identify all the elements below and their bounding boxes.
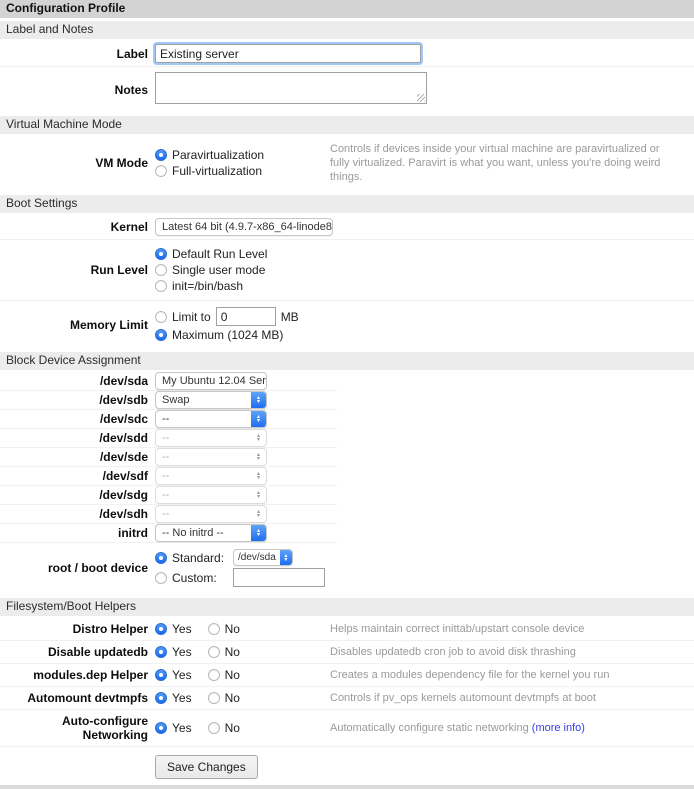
sdh-select[interactable]: -- ▴▾ [155,505,267,523]
vm-mode-option-paravirtualization[interactable]: Paravirtualization [155,148,323,162]
select-arrows-icon: ▴▾ [251,392,266,408]
device-row-sdf: /dev/sdf -- ▴▾ [0,467,337,486]
select-arrows-icon: ▴▾ [251,430,266,446]
helper-row-updatedb: Disable updatedb Yes No Disables updated… [0,641,694,664]
label-row: Label [0,41,694,67]
vm-mode-label: VM Mode [0,156,148,170]
notes-row: Notes [0,67,694,113]
radio-modules-dep-no[interactable] [208,669,220,681]
radio-networking-no[interactable] [208,722,220,734]
memory-unit-label: MB [281,310,299,324]
sdb-select[interactable]: Swap ▴▾ [155,391,267,409]
section-header-label-notes: Label and Notes [0,21,694,39]
radio-single-user-mode[interactable] [155,264,167,276]
configuration-profile-page: Configuration Profile Label and Notes La… [0,0,694,789]
radio-devtmpfs-yes[interactable] [155,692,167,704]
sda-select[interactable]: My Ubuntu 12.04 Server ▴▾ [155,372,267,390]
vm-mode-help: Controls if devices inside your virtual … [330,142,690,184]
device-row-sdg: /dev/sdg -- ▴▾ [0,486,337,505]
bottom-divider [0,785,694,789]
run-level-label: Run Level [0,263,148,277]
run-level-option-single-user[interactable]: Single user mode [155,263,694,277]
initrd-select[interactable]: -- No initrd -- ▴▾ [155,524,267,542]
select-arrows-icon: ▴▾ [251,506,266,522]
radio-standard[interactable] [155,552,167,564]
networking-help: Automatically configure static networkin… [330,721,690,735]
modules-dep-help: Creates a modules dependency file for th… [330,668,690,682]
sdd-select[interactable]: -- ▴▾ [155,429,267,447]
notes-field-label: Notes [0,83,148,97]
vm-mode-row: VM Mode Paravirtualization Full-virtuali… [0,136,694,192]
device-row-sda: /dev/sda My Ubuntu 12.04 Server ▴▾ [0,372,337,391]
device-row-sdb: /dev/sdb Swap ▴▾ [0,391,337,410]
maximum-label[interactable]: Maximum (1024 MB) [172,328,283,342]
save-changes-button[interactable]: Save Changes [155,755,258,779]
standard-label[interactable]: Standard: [172,551,228,565]
sdf-select[interactable]: -- ▴▾ [155,467,267,485]
radio-distro-yes[interactable] [155,623,167,635]
radio-limit-to[interactable] [155,311,167,323]
radio-maximum[interactable] [155,329,167,341]
radio-full-virtualization[interactable] [155,165,167,177]
run-level-option-init-bash[interactable]: init=/bin/bash [155,279,694,293]
root-boot-device-label: root / boot device [0,561,148,575]
device-row-initrd: initrd -- No initrd -- ▴▾ [0,524,337,543]
label-field-label: Label [0,47,148,61]
select-arrows-icon: ▴▾ [251,411,266,427]
radio-distro-no[interactable] [208,623,220,635]
custom-root-input[interactable] [233,568,325,587]
sdg-select[interactable]: -- ▴▾ [155,486,267,504]
memory-limit-row: Memory Limit Limit to MB Maximum (1024 M… [0,301,694,349]
radio-custom[interactable] [155,572,167,584]
radio-networking-yes[interactable] [155,722,167,734]
radio-default-run-level[interactable] [155,248,167,260]
updatedb-help: Disables updatedb cron job to avoid disk… [330,645,690,659]
device-row-sdh: /dev/sdh -- ▴▾ [0,505,337,524]
devtmpfs-help: Controls if pv_ops kernels automount dev… [330,691,690,705]
run-level-option-default[interactable]: Default Run Level [155,247,694,261]
kernel-select[interactable]: Latest 64 bit (4.9.7-x86_64-linode80) ▴▾ [155,218,333,236]
kernel-row: Kernel Latest 64 bit (4.9.7-x86_64-linod… [0,215,694,240]
more-info-link[interactable]: (more info) [532,722,585,734]
block-device-list: /dev/sda My Ubuntu 12.04 Server ▴▾ /dev/… [0,372,337,543]
vm-mode-option-full-virtualization[interactable]: Full-virtualization [155,164,323,178]
section-header-vm-mode: Virtual Machine Mode [0,116,694,134]
page-title: Configuration Profile [0,0,694,18]
radio-devtmpfs-no[interactable] [208,692,220,704]
radio-updatedb-no[interactable] [208,646,220,658]
radio-updatedb-yes[interactable] [155,646,167,658]
radio-init-bash[interactable] [155,280,167,292]
custom-label[interactable]: Custom: [172,571,228,585]
section-header-block-device: Block Device Assignment [0,352,694,370]
distro-helper-help: Helps maintain correct inittab/upstart c… [330,622,690,636]
radio-paravirtualization[interactable] [155,149,167,161]
helper-row-distro: Distro Helper Yes No Helps maintain corr… [0,618,694,641]
select-arrows-icon: ▴▾ [251,525,266,541]
limit-to-label[interactable]: Limit to [172,310,211,324]
run-level-row: Run Level Default Run Level Single user … [0,240,694,301]
select-arrows-icon: ▴▾ [280,550,292,565]
device-row-sdc: /dev/sdc -- ▴▾ [0,410,337,429]
memory-limit-label: Memory Limit [0,318,148,332]
helper-row-devtmpfs: Automount devtmpfs Yes No Controls if pv… [0,687,694,710]
root-boot-device-row: root / boot device Standard: /dev/sda ▴▾… [0,543,694,595]
device-row-sde: /dev/sde -- ▴▾ [0,448,337,467]
memory-limit-input[interactable] [216,307,276,326]
select-arrows-icon: ▴▾ [251,487,266,503]
helper-row-modules-dep: modules.dep Helper Yes No Creates a modu… [0,664,694,687]
select-arrows-icon: ▴▾ [251,468,266,484]
device-row-sdd: /dev/sdd -- ▴▾ [0,429,337,448]
sdc-select[interactable]: -- ▴▾ [155,410,267,428]
radio-modules-dep-yes[interactable] [155,669,167,681]
label-input[interactable] [155,44,421,63]
select-arrows-icon: ▴▾ [251,449,266,465]
section-header-boot-settings: Boot Settings [0,195,694,213]
section-header-helpers: Filesystem/Boot Helpers [0,598,694,616]
root-device-select[interactable]: /dev/sda ▴▾ [233,549,293,566]
notes-textarea[interactable] [155,72,427,104]
kernel-label: Kernel [0,220,148,234]
helper-row-networking: Auto-configure Networking Yes No Automat… [0,710,694,747]
sde-select[interactable]: -- ▴▾ [155,448,267,466]
